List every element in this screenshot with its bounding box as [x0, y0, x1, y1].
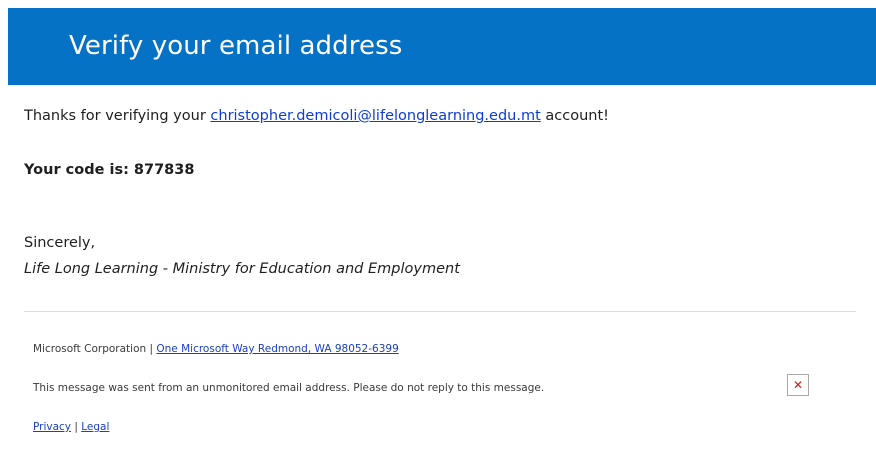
- separator: |: [146, 343, 157, 355]
- email-link[interactable]: christopher.demicoli@lifelonglearning.ed…: [210, 108, 540, 124]
- privacy-link[interactable]: Privacy: [33, 421, 71, 433]
- policy-separator: |: [71, 421, 82, 433]
- broken-image-icon: ✕: [787, 374, 809, 396]
- company-line: Microsoft Corporation | One Microsoft Wa…: [33, 343, 399, 355]
- signature-text: Life Long Learning - Ministry for Educat…: [24, 261, 460, 277]
- policy-links: Privacy | Legal: [33, 421, 109, 433]
- intro-text: Thanks for verifying your christopher.de…: [24, 108, 609, 124]
- closing-text: Sincerely,: [24, 235, 96, 251]
- intro-prefix: Thanks for verifying your: [24, 108, 211, 124]
- verification-code: Your code is: 877838: [24, 162, 195, 178]
- email-title: Verify your email address: [69, 31, 403, 61]
- unmonitored-notice: This message was sent from an unmonitore…: [33, 382, 545, 394]
- intro-suffix: account!: [540, 108, 609, 124]
- footer-divider: [24, 311, 856, 312]
- company-name: Microsoft Corporation: [33, 343, 147, 355]
- address-link[interactable]: One Microsoft Way Redmond, WA 98052-6399: [156, 343, 398, 355]
- header-banner: Verify your email address: [8, 8, 876, 85]
- legal-link[interactable]: Legal: [81, 421, 109, 433]
